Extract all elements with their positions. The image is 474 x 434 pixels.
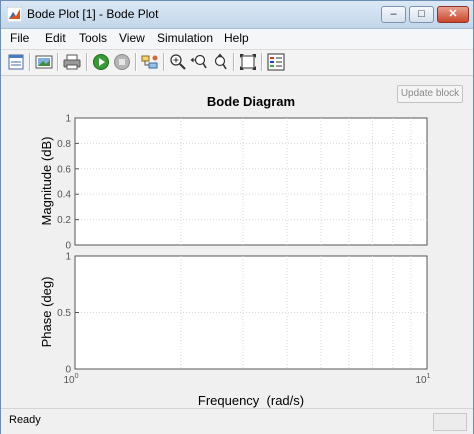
xtick-label-1: 101	[415, 373, 430, 386]
magnitude-ytick-label: 0.8	[57, 139, 71, 150]
magnitude-axes[interactable]	[74, 117, 428, 246]
bode-diagram: 0 0.2 0.4 0.6 0.8 1 Magnitude (dB) 0 0.5 1 Phas…	[39, 114, 431, 409]
status-indicator	[433, 413, 467, 431]
phase-ylabel: Phase (deg)	[39, 277, 54, 348]
magnitude-ylabel: Magnitude (dB)	[39, 137, 54, 226]
xtick-label-0: 100	[63, 373, 78, 386]
status-bar: Ready	[1, 408, 473, 434]
phase-ytick-label: 0.5	[57, 308, 71, 319]
magnitude-ytick-label: 0.2	[57, 215, 71, 226]
magnitude-ytick-label: 0	[65, 241, 71, 252]
magnitude-ytick-label: 1	[65, 114, 71, 125]
phase-ytick-label: 0	[65, 365, 71, 376]
phase-axes[interactable]	[74, 255, 428, 370]
magnitude-ytick-label: 0.4	[57, 190, 71, 201]
status-text: Ready	[9, 414, 41, 426]
frequency-xlabel: Frequency (rad/s)	[198, 393, 304, 408]
bode-plot-window: Bode Plot [1] - Bode Plot – □ ✕ File Edi…	[0, 0, 474, 434]
magnitude-ytick-label: 0.6	[57, 164, 71, 175]
phase-ytick-label: 1	[65, 252, 71, 263]
